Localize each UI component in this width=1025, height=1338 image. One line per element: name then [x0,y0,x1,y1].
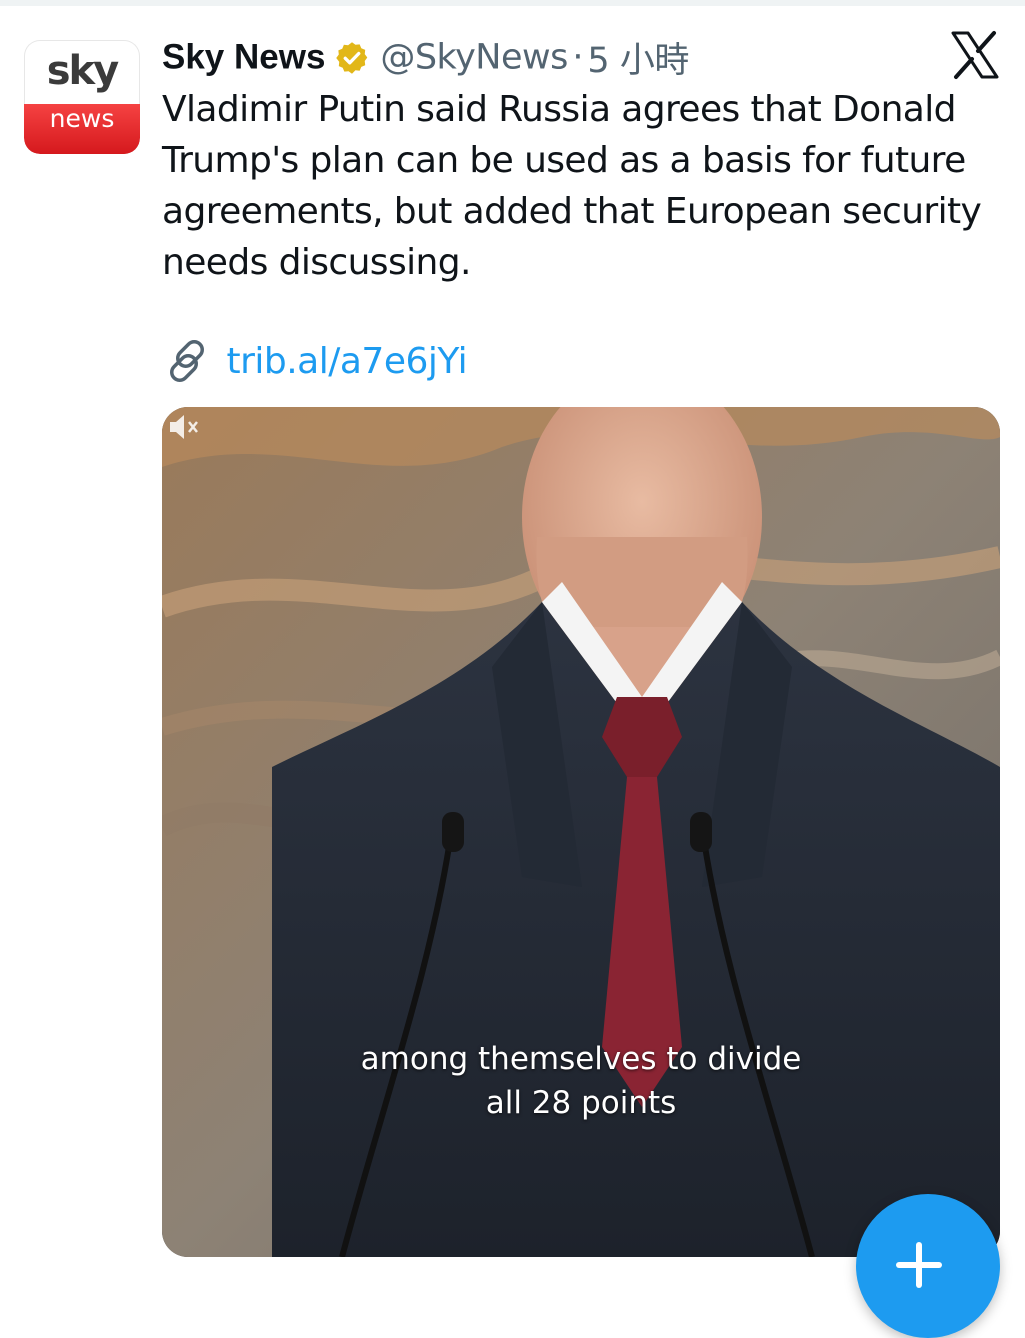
video-frame [162,407,1000,1257]
link-icon [170,340,204,382]
plus-icon-vertical [916,1242,922,1288]
link-url[interactable]: trib.al/a7e6jYi [226,341,467,382]
caption-line-1: among themselves to divide [360,1041,802,1077]
avatar[interactable]: sky news [24,40,140,154]
speaker-muted-icon[interactable] [162,407,202,447]
post-time[interactable]: 5 小時 [587,41,689,81]
video-caption: among themselves to divide all 28 points [162,1037,1000,1125]
x-logo-icon[interactable] [950,30,1000,80]
compose-fab-button[interactable] [856,1194,1000,1338]
tweet-link[interactable]: trib.al/a7e6jYi [162,336,468,386]
account-handle[interactable]: @SkyNews [380,38,568,78]
tweet-header: Sky News @SkyNews · 5 小時 [162,32,689,82]
top-divider [0,0,1025,6]
separator-dot: · [572,37,583,78]
tweet-text: Vladimir Putin said Russia agrees that D… [162,89,982,283]
video-media[interactable]: among themselves to divide all 28 points [162,407,1000,1257]
caption-line-2: all 28 points [485,1085,677,1121]
verified-badge-icon [336,41,368,74]
avatar-news-text: news [24,104,140,154]
account-name[interactable]: Sky News [162,38,325,77]
avatar-sky-text: sky [46,48,119,94]
